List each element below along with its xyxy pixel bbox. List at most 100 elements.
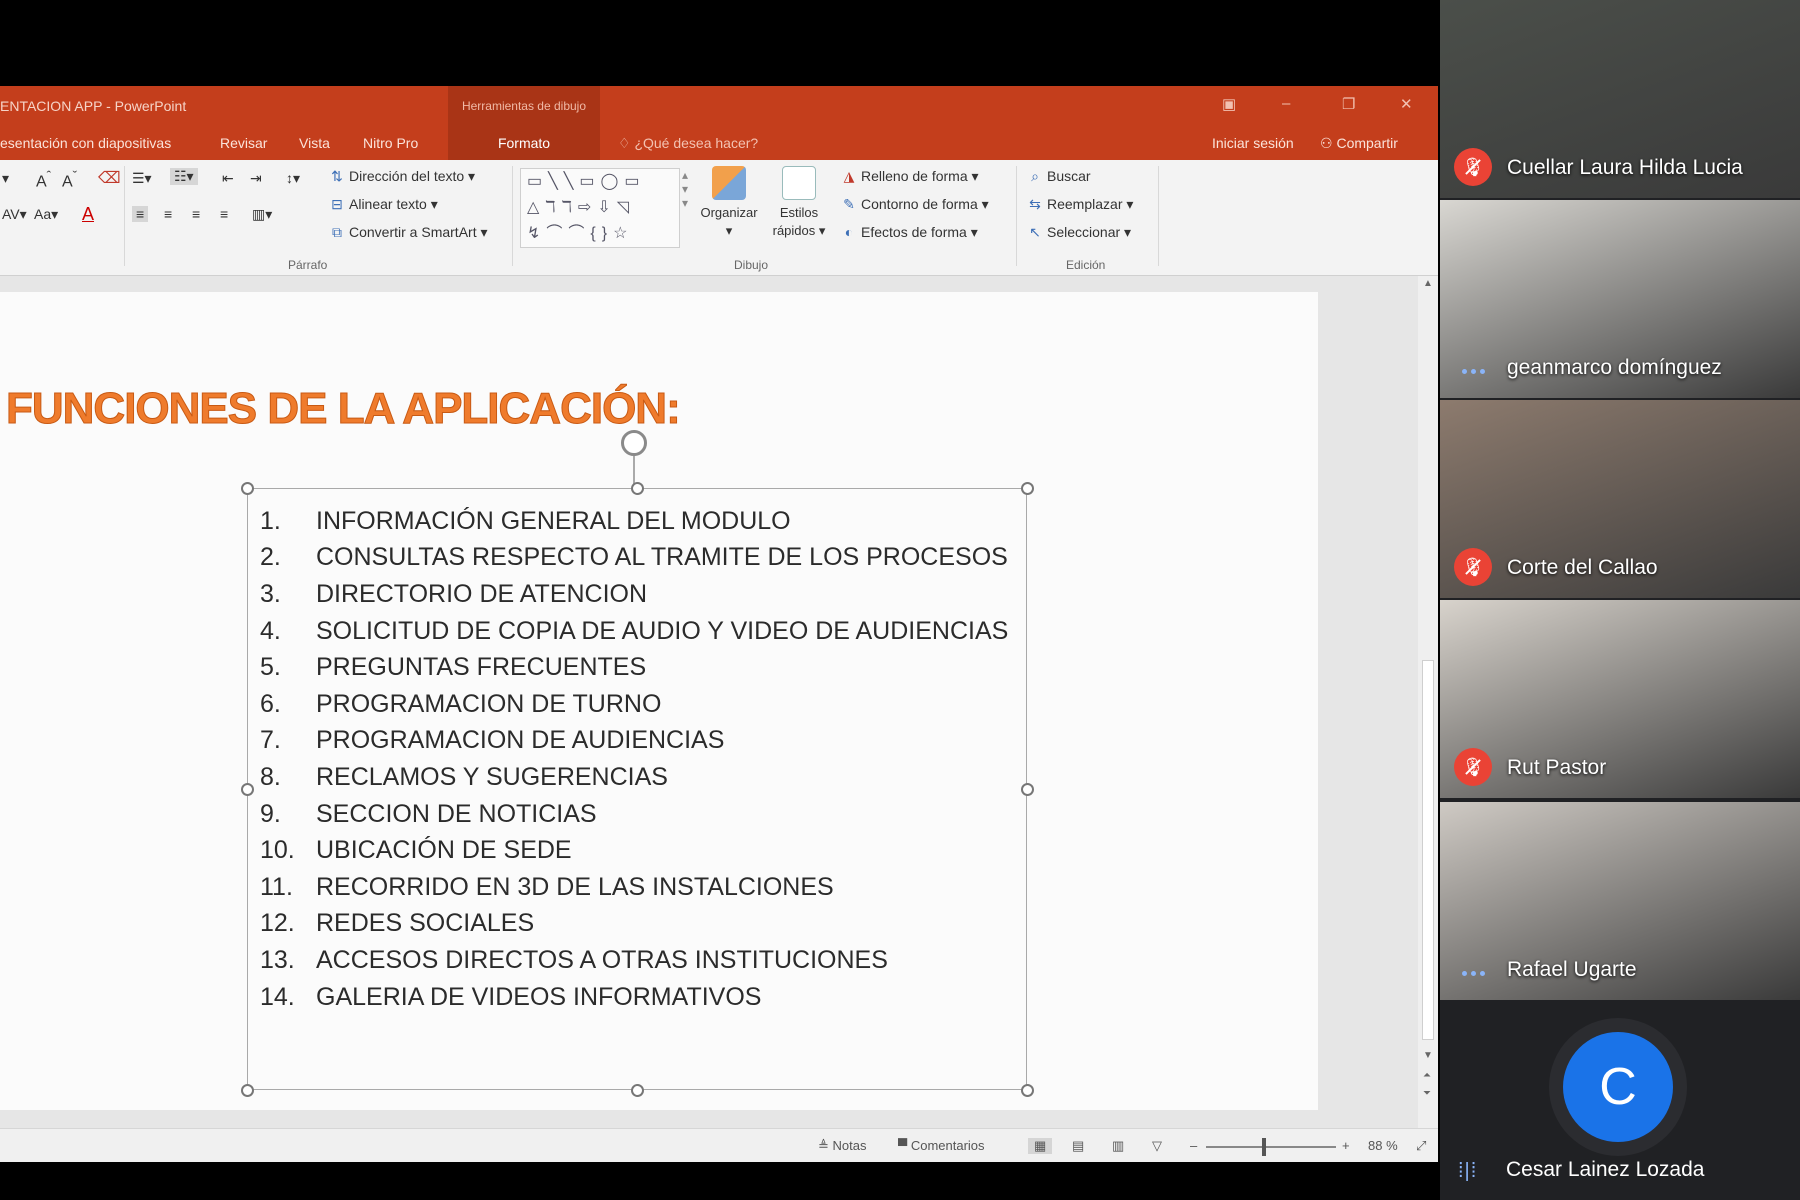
group-label-editing: Edición bbox=[1066, 258, 1106, 272]
justify-icon[interactable]: ≡ bbox=[220, 206, 228, 222]
list-item: 11. RECORRIDO EN 3D DE LAS INSTALCIONES bbox=[260, 869, 1008, 906]
participant-tile[interactable]: 🎙 Rut Pastor bbox=[1440, 600, 1800, 798]
comments-button[interactable]: ▀ Comentarios bbox=[898, 1138, 985, 1153]
slide-title[interactable]: FUNCIONES DE LA APLICACIÓN: bbox=[6, 384, 682, 434]
numbering-icon[interactable]: ☷▾ bbox=[170, 168, 198, 185]
list-item-number: 13. bbox=[260, 945, 295, 974]
rotate-handle[interactable] bbox=[621, 430, 647, 456]
reading-view-icon[interactable]: ▥ bbox=[1112, 1138, 1124, 1154]
gallery-scroll-icon[interactable]: ▴ ▾ ▾ bbox=[682, 168, 688, 210]
replace-button[interactable]: ⇆ Reemplazar ▾ bbox=[1026, 196, 1133, 213]
minimize-icon[interactable]: – bbox=[1282, 95, 1290, 112]
tab-slideshow[interactable]: esentación con diapositivas bbox=[0, 135, 171, 151]
share-button[interactable]: ⚇ Compartir bbox=[1320, 135, 1398, 152]
font-size-dropdown[interactable]: ▾ bbox=[2, 170, 9, 187]
convert-smartart-button[interactable]: ⧉ Convertir a SmartArt ▾ bbox=[328, 224, 488, 241]
tab-review[interactable]: Revisar bbox=[220, 135, 267, 151]
list-item-text: INFORMACIÓN GENERAL DEL MODULO bbox=[316, 506, 791, 535]
list-item-text: DIRECTORIO DE ATENCION bbox=[316, 579, 648, 608]
decrease-indent-icon[interactable]: ⇤ bbox=[222, 170, 234, 187]
tell-me-search[interactable]: ♢ ¿Qué desea hacer? bbox=[618, 135, 758, 152]
zoom-in-icon[interactable]: + bbox=[1342, 1138, 1350, 1153]
sign-in-link[interactable]: Iniciar sesión bbox=[1212, 135, 1294, 151]
participant-tile[interactable]: 🎙 Corte del Callao bbox=[1440, 400, 1800, 598]
separator bbox=[1016, 166, 1017, 266]
smartart-icon: ⧉ bbox=[332, 224, 342, 240]
status-bar: ≜ Notas ▀ Comentarios ▦ ▤ ▥ ▽ – + 88 % ⤢ bbox=[0, 1128, 1438, 1162]
shrink-font-icon[interactable]: Aˇ bbox=[62, 168, 77, 191]
shape-fill-button[interactable]: ◮ Relleno de forma ▾ bbox=[840, 168, 979, 185]
increase-indent-icon[interactable]: ⇥ bbox=[250, 170, 262, 187]
list-item-text: ACCESOS DIRECTOS A OTRAS INSTITUCIONES bbox=[316, 945, 888, 974]
align-left-icon[interactable]: ≡ bbox=[132, 206, 149, 222]
resize-handle-bottom[interactable] bbox=[631, 1084, 644, 1097]
zoom-out-icon[interactable]: – bbox=[1190, 1138, 1197, 1153]
resize-handle-right[interactable] bbox=[1021, 783, 1034, 796]
align-center-icon[interactable]: ≡ bbox=[164, 206, 172, 222]
participant-tile[interactable]: geanmarco domínguez bbox=[1440, 200, 1800, 398]
audio-indicator-icon bbox=[1462, 962, 1488, 976]
slideshow-icon[interactable]: ▽ bbox=[1152, 1138, 1162, 1154]
quick-styles-button[interactable]: Estilos rápidos ▾ bbox=[768, 166, 830, 240]
replace-icon: ⇆ bbox=[1029, 196, 1041, 212]
participant-tile[interactable]: Rafael Ugarte bbox=[1440, 802, 1800, 1000]
arrange-button[interactable]: Organizar ▾ bbox=[694, 166, 764, 240]
resize-handle-bottom-right[interactable] bbox=[1021, 1084, 1034, 1097]
list-item: 2. CONSULTAS RESPECTO AL TRAMITE DE LOS P… bbox=[260, 540, 1008, 577]
shapes-gallery[interactable]: ▭╲╲▭◯▭ △ℸℸ⇨⇩◹ ↯⌒⌒{}☆ bbox=[520, 168, 680, 248]
shape-effects-button[interactable]: ◐ Efectos de forma ▾ bbox=[840, 224, 978, 241]
participant-tile[interactable]: 🎙 Cuellar Laura Hilda Lucia bbox=[1440, 0, 1800, 198]
tab-view[interactable]: Vista bbox=[299, 135, 330, 151]
close-icon[interactable]: ✕ bbox=[1400, 95, 1413, 113]
vertical-scrollbar[interactable]: ▲ ▼ ⏶ ⏷ bbox=[1418, 276, 1438, 1128]
scroll-up-icon[interactable]: ▲ bbox=[1423, 278, 1433, 289]
list-item-number: 1. bbox=[260, 506, 281, 535]
align-text-icon: ⊟ bbox=[331, 196, 343, 212]
resize-handle-bottom-left[interactable] bbox=[241, 1084, 254, 1097]
zoom-slider[interactable] bbox=[1206, 1146, 1336, 1148]
list-item-number: 3. bbox=[260, 579, 281, 608]
shape-outline-button[interactable]: ✎ Contorno de forma ▾ bbox=[840, 196, 989, 213]
find-button[interactable]: ⌕ Buscar bbox=[1026, 168, 1091, 185]
selected-textbox[interactable]: 1. INFORMACIÓN GENERAL DEL MODULO 2. CONSUL… bbox=[241, 482, 1034, 1097]
resize-handle-top-left[interactable] bbox=[241, 482, 254, 495]
normal-view-icon[interactable]: ▦ bbox=[1028, 1138, 1053, 1154]
resize-handle-top[interactable] bbox=[631, 482, 644, 495]
grow-font-icon[interactable]: Aˆ bbox=[36, 168, 51, 191]
resize-handle-top-right[interactable] bbox=[1021, 482, 1034, 495]
text-direction-icon: ⇅ bbox=[331, 168, 343, 184]
bullets-icon[interactable]: ☰▾ bbox=[132, 170, 152, 187]
list-item-number: 2. bbox=[260, 543, 281, 572]
change-case-icon[interactable]: Aa▾ bbox=[34, 206, 58, 223]
notes-icon: ≜ bbox=[818, 1138, 833, 1153]
maximize-icon[interactable]: ❐ bbox=[1342, 95, 1355, 113]
text-direction-button[interactable]: ⇅ Dirección del texto ▾ bbox=[328, 168, 475, 185]
notes-button[interactable]: ≜ Notas bbox=[818, 1138, 866, 1154]
font-color-icon[interactable]: A bbox=[82, 204, 94, 225]
zoom-slider-thumb[interactable] bbox=[1262, 1138, 1266, 1156]
scrollbar-thumb[interactable] bbox=[1422, 660, 1434, 1040]
resize-handle-left[interactable] bbox=[241, 783, 254, 796]
next-slide-icon[interactable]: ⏷ bbox=[1423, 1088, 1431, 1099]
slide-sorter-icon[interactable]: ▤ bbox=[1072, 1138, 1084, 1154]
participants-panel: 🎙 Cuellar Laura Hilda Lucia geanmarco domí… bbox=[1440, 0, 1800, 1200]
align-text-button[interactable]: ⊟ Alinear texto ▾ bbox=[328, 196, 438, 213]
align-right-icon[interactable]: ≡ bbox=[192, 206, 200, 222]
quick-styles-icon bbox=[782, 166, 816, 200]
clear-format-icon[interactable]: ⌫ bbox=[98, 168, 121, 188]
tab-nitro-pro[interactable]: Nitro Pro bbox=[363, 135, 418, 151]
slide[interactable]: FUNCIONES DE LA APLICACIÓN: 1. INFORMACIÓ… bbox=[0, 292, 1318, 1110]
ribbon-options-icon[interactable]: ▣ bbox=[1222, 95, 1236, 113]
zoom-level[interactable]: 88 % bbox=[1368, 1138, 1398, 1153]
screen: ENTACION APP - PowerPoint Herramientas d… bbox=[0, 0, 1800, 1200]
columns-icon[interactable]: ▥▾ bbox=[252, 206, 272, 223]
line-spacing-icon[interactable]: ↕▾ bbox=[286, 170, 300, 187]
list-item-text: GALERIA DE VIDEOS INFORMATIVOS bbox=[316, 982, 762, 1011]
list-item-number: 11. bbox=[260, 872, 293, 901]
previous-slide-icon[interactable]: ⏶ bbox=[1423, 1070, 1431, 1081]
char-spacing-icon[interactable]: AV▾ bbox=[2, 206, 27, 223]
fit-slide-icon[interactable]: ⤢ bbox=[1416, 1138, 1426, 1154]
tab-format[interactable]: Formato bbox=[448, 124, 600, 160]
select-button[interactable]: ↖ Seleccionar ▾ bbox=[1026, 224, 1131, 241]
scroll-down-icon[interactable]: ▼ bbox=[1423, 1050, 1433, 1061]
